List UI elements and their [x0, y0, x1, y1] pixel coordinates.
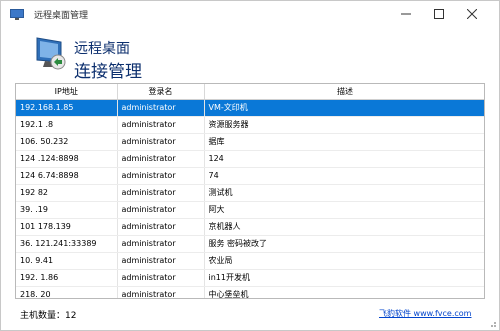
header-subtitle: 远程桌面 — [74, 41, 130, 57]
table-row[interactable]: 10. 9.41 administrator 农业局 — [16, 252, 484, 270]
cell-user: administrator — [117, 150, 205, 168]
cell-ip: 106. 50.232 — [16, 133, 118, 151]
cell-ip: 39. .19 — [16, 201, 118, 219]
table-row[interactable]: 106. 50.232 administrator 据库 — [16, 133, 484, 151]
cell-user: administrator — [117, 269, 205, 287]
cell-ip: 124 6.74:8898 — [16, 167, 118, 185]
cell-user: administrator — [117, 286, 205, 298]
table-row[interactable]: 192.1 .8 administrator 资源服务器 — [16, 116, 484, 134]
maximize-button[interactable] — [424, 1, 454, 27]
table-row[interactable]: 36. 121.241:33389 administrator 服务 密码被改了 — [16, 235, 484, 253]
table-row[interactable]: 192. 1.86 administrator in11开发机 — [16, 269, 484, 287]
column-header-desc[interactable]: 描述 — [204, 84, 484, 100]
table-row[interactable]: 218. 20 administrator 中心堡垒机 — [16, 286, 484, 298]
table-row[interactable]: 124 .124:8898 administrator 124 — [16, 150, 484, 168]
table-row[interactable]: 192 82 administrator 测试机 — [16, 184, 484, 202]
app-header: 远程桌面 连接管理 — [1, 27, 499, 82]
cell-desc: 测试机 — [204, 184, 484, 202]
column-header-ip[interactable]: IP地址 — [16, 84, 118, 100]
cell-user: administrator — [117, 252, 205, 270]
table-row[interactable]: 101 178.139 administrator 京机器人 — [16, 218, 484, 236]
monitor-icon — [10, 9, 24, 20]
header-title: 连接管理 — [74, 62, 142, 82]
cell-desc: in11开发机 — [204, 269, 484, 287]
close-icon — [467, 9, 477, 19]
table-body: 192.168.1.85 administrator VM-文印机 192.1 .8 a… — [16, 99, 484, 298]
cell-ip: 192 82 — [16, 184, 118, 202]
cell-desc: 中心堡垒机 — [204, 286, 484, 298]
status-bar: 主机数量：12 飞豹软件 www.fvce.com — [1, 300, 499, 330]
cell-desc: 124 — [204, 150, 484, 168]
cell-desc: 74 — [204, 167, 484, 185]
minimize-button[interactable] — [391, 1, 421, 27]
host-count: 主机数量：12 — [20, 311, 77, 321]
cell-desc: 农业局 — [204, 252, 484, 270]
cell-desc: 阿大 — [204, 201, 484, 219]
cell-user: administrator — [117, 116, 205, 134]
cell-ip: 101 178.139 — [16, 218, 118, 236]
column-header-user[interactable]: 登录名 — [117, 84, 205, 100]
cell-user: administrator — [117, 167, 205, 185]
cell-user: administrator — [117, 235, 205, 253]
cell-user: administrator — [117, 218, 205, 236]
cell-ip: 192. 1.86 — [16, 269, 118, 287]
table-row[interactable]: 39. .19 administrator 阿大 — [16, 201, 484, 219]
title-bar[interactable]: 远程桌面管理 — [1, 1, 499, 27]
cell-ip: 10. 9.41 — [16, 252, 118, 270]
table-row[interactable]: 124 6.74:8898 administrator 74 — [16, 167, 484, 185]
host-list[interactable]: IP地址 登录名 描述 192.168.1.85 administrator VM-… — [15, 83, 485, 299]
resize-grip-icon[interactable] — [487, 318, 497, 328]
cell-desc: 服务 密码被改了 — [204, 235, 484, 253]
remote-desktop-icon — [36, 37, 66, 70]
cell-ip: 218. 20 — [16, 286, 118, 298]
close-button[interactable] — [457, 1, 487, 27]
table-header-row: IP地址 登录名 描述 — [16, 84, 484, 100]
cell-ip: 124 .124:8898 — [16, 150, 118, 168]
app-window: 远程桌面管理 远程桌面 连接管理 IP地址 登录名 描述 192.168.1.8… — [0, 0, 500, 331]
cell-user: administrator — [117, 99, 205, 117]
website-link[interactable]: 飞豹软件 www.fvce.com — [379, 308, 471, 319]
cell-user: administrator — [117, 133, 205, 151]
cell-user: administrator — [117, 184, 205, 202]
cell-desc: 资源服务器 — [204, 116, 484, 134]
cell-desc: VM-文印机 — [204, 99, 484, 117]
minimize-icon — [401, 13, 411, 15]
cell-ip: 192.1 .8 — [16, 116, 118, 134]
cell-ip: 36. 121.241:33389 — [16, 235, 118, 253]
cell-ip: 192.168.1.85 — [16, 99, 118, 117]
maximize-icon — [434, 9, 444, 19]
cell-desc: 京机器人 — [204, 218, 484, 236]
cell-user: administrator — [117, 201, 205, 219]
host-table: IP地址 登录名 描述 192.168.1.85 administrator VM-… — [16, 84, 484, 298]
table-row[interactable]: 192.168.1.85 administrator VM-文印机 — [16, 99, 484, 117]
window-title: 远程桌面管理 — [34, 11, 89, 21]
cell-desc: 据库 — [204, 133, 484, 151]
